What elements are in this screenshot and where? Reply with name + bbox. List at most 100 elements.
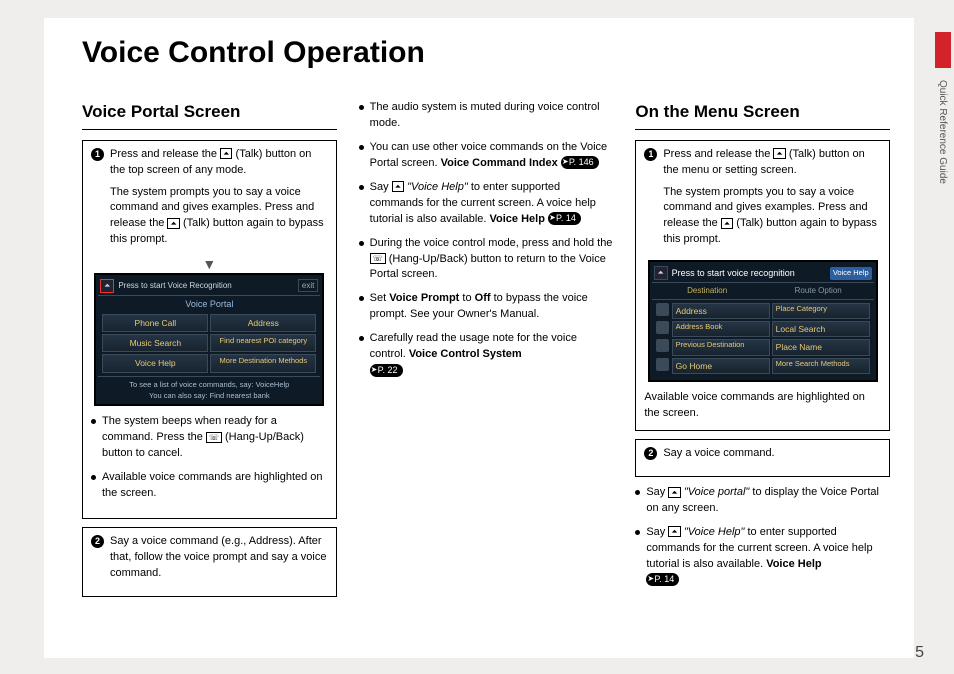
menu-icon xyxy=(656,358,669,371)
step-1: 1 Press and release the ⏶ (Talk) button … xyxy=(91,147,328,255)
bullet-icon xyxy=(91,419,96,424)
menu-go-home: Go Home xyxy=(672,358,770,374)
step-body: Press and release the ⏶ (Talk) button on… xyxy=(110,147,328,255)
step-box-2: 2 Say a voice command (e.g., Address). A… xyxy=(82,527,337,597)
bullet-icon xyxy=(359,336,364,341)
tab-route-option: Route Option xyxy=(763,283,874,299)
text: to xyxy=(462,292,474,304)
vp-phone-call: Phone Call xyxy=(102,314,208,332)
on-menu-heading: On the Menu Screen xyxy=(635,100,890,130)
menu-icon xyxy=(656,303,669,316)
talk-icon: ⏶ xyxy=(668,487,680,498)
bullet-icon xyxy=(359,105,364,110)
page-title: Voice Control Operation xyxy=(82,36,890,70)
page: Voice Control Operation Voice Portal Scr… xyxy=(0,0,954,674)
off-label: Off xyxy=(475,292,491,304)
caption: Available voice commands are highlighted… xyxy=(644,390,881,422)
text: to enter supported commands for the curr… xyxy=(646,526,872,570)
voice-help-label: Voice Help xyxy=(766,558,821,570)
step-box-1: 1 Press and release the ⏶ (Talk) button … xyxy=(635,140,890,431)
text: Set xyxy=(370,292,390,304)
step-number: 1 xyxy=(91,148,104,161)
page-number: 5 xyxy=(915,644,924,662)
menu-icon xyxy=(656,339,669,352)
voice-prompt-label: Voice Prompt xyxy=(389,292,459,304)
bullet-icon xyxy=(359,241,364,246)
voice-portal-heading: Voice Portal Screen xyxy=(82,100,337,130)
talk-icon: ⏶ xyxy=(220,148,232,159)
menu-place-name: Place Name xyxy=(772,339,870,355)
text: Say xyxy=(646,526,668,538)
bullet-icon xyxy=(359,296,364,301)
text: to display the Voice Portal on any scree… xyxy=(646,486,879,514)
hangup-icon: ☏ xyxy=(370,253,386,264)
voice-help-badge: Voice Help xyxy=(830,267,872,280)
step-number: 2 xyxy=(644,447,657,460)
vp-more-dest: More Destination Methods xyxy=(210,354,316,372)
talk-icon: ⏶ xyxy=(392,181,404,192)
menu-local-search: Local Search xyxy=(772,321,870,337)
step-box-1: 1 Press and release the ⏶ (Talk) button … xyxy=(82,140,337,519)
text: The audio system is muted during voice c… xyxy=(370,100,614,132)
text: During the voice control mode, press and… xyxy=(370,237,613,249)
text: Say a voice command. xyxy=(663,446,881,462)
menu-address-book: Address Book xyxy=(672,321,770,337)
exit-label: exit xyxy=(298,279,318,293)
menu-icon xyxy=(656,321,669,334)
talk-icon: ⏶ xyxy=(654,266,668,280)
step-2: 2 Say a voice command (e.g., Address). A… xyxy=(91,534,328,582)
page-ref: P. 146 xyxy=(561,156,599,169)
column-left: Voice Portal Screen 1 Press and release … xyxy=(82,100,337,605)
bullet-icon xyxy=(359,145,364,150)
voice-command-index-label: Voice Command Index xyxy=(441,157,558,169)
columns: Voice Portal Screen 1 Press and release … xyxy=(82,100,890,605)
step-box-2: 2 Say a voice command. xyxy=(635,439,890,477)
step-number: 1 xyxy=(644,148,657,161)
menu-more-search: More Search Methods xyxy=(772,358,870,374)
voice-help-label: Voice Help xyxy=(490,213,545,225)
bullet-icon xyxy=(91,475,96,480)
talk-icon: ⏶ xyxy=(721,218,733,229)
vp-find-nearest: Find nearest POI category xyxy=(210,334,316,352)
text: Available voice commands are highlighted… xyxy=(102,470,328,502)
voice-control-system-label: Voice Control System xyxy=(409,348,522,360)
menu-place-category: Place Category xyxy=(772,303,870,319)
voice-portal-screenshot: ⏶ Press to start Voice Recognition exit … xyxy=(94,273,324,407)
content-area: Voice Control Operation Voice Portal Scr… xyxy=(44,18,914,658)
bullet-icon xyxy=(635,530,640,535)
arrow-down-icon: ▼ xyxy=(91,260,328,268)
column-right: On the Menu Screen 1 Press and release t… xyxy=(635,100,890,605)
hangup-icon: ☏ xyxy=(206,432,222,443)
voice-help-phrase: "Voice Help" xyxy=(407,181,468,193)
text: (Hang-Up/Back) button to return to the V… xyxy=(370,253,606,281)
column-middle: The audio system is muted during voice c… xyxy=(359,100,614,605)
menu-previous-dest: Previous Destination xyxy=(672,339,770,355)
talk-icon: ⏶ xyxy=(100,279,114,293)
screen-header: Press to start voice recognition xyxy=(672,267,795,280)
page-ref: P. 22 xyxy=(370,364,403,377)
bullet-icon xyxy=(635,490,640,495)
text: Say xyxy=(370,181,392,193)
talk-icon: ⏶ xyxy=(773,148,785,159)
red-tab xyxy=(935,32,951,68)
text: Say xyxy=(646,486,668,498)
screen-footer-1: To see a list of voice commands, say: Vo… xyxy=(100,380,318,391)
tab-destination: Destination xyxy=(652,283,763,299)
talk-icon: ⏶ xyxy=(668,526,680,537)
page-ref: P. 14 xyxy=(646,573,679,586)
step-number: 2 xyxy=(91,535,104,548)
menu-screenshot: ⏶ Press to start voice recognition Voice… xyxy=(648,260,878,382)
text: Press and release the xyxy=(663,148,773,160)
screen-title: Voice Portal xyxy=(98,296,320,314)
vp-music-search: Music Search xyxy=(102,334,208,352)
step-1: 1 Press and release the ⏶ (Talk) button … xyxy=(644,147,881,255)
voice-portal-phrase: "Voice portal" xyxy=(684,486,750,498)
screen-header: Press to start Voice Recognition xyxy=(118,280,294,292)
voice-help-phrase: "Voice Help" xyxy=(684,526,745,538)
vp-voice-help: Voice Help xyxy=(102,354,208,372)
text: Say a voice command (e.g., Address). Aft… xyxy=(110,534,328,582)
side-label: Quick Reference Guide xyxy=(937,80,948,184)
text: Press and release the xyxy=(110,148,220,160)
vp-address: Address xyxy=(210,314,316,332)
step-2: 2 Say a voice command. xyxy=(644,446,881,462)
